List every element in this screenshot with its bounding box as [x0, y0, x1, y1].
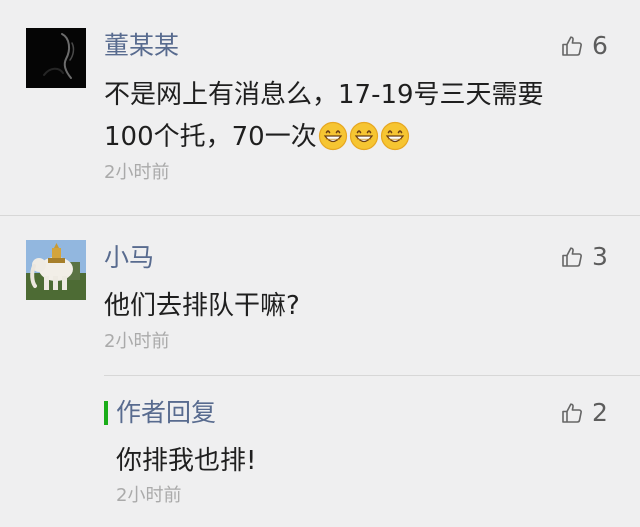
reply-divider	[104, 375, 640, 376]
grinning-emoji-icon	[318, 121, 347, 151]
comment-text-line-1: 不是网上有消息么，17-19号三天需要	[104, 80, 544, 110]
avatar-image	[26, 240, 86, 300]
like-button[interactable]: 6	[560, 30, 620, 62]
reply-time: 2小时前	[116, 485, 182, 506]
comment-text-line-2: 100个托，70一次	[104, 122, 317, 152]
reply-text: 你排我也排!	[116, 446, 257, 476]
thumbs-up-icon	[562, 36, 582, 56]
avatar[interactable]	[26, 28, 86, 88]
like-button[interactable]: 3	[560, 241, 620, 273]
grinning-emoji-icon	[349, 121, 378, 151]
avatar-image	[26, 28, 86, 88]
comment-text: 他们去排队干嘛?	[104, 291, 300, 321]
comment-time: 2小时前	[104, 331, 170, 352]
thumbs-up-icon	[562, 247, 582, 267]
reply-marker	[104, 401, 108, 425]
comment-divider	[0, 215, 640, 216]
comment-text-line-2-wrapper: 100个托，70一次	[104, 116, 410, 158]
reply-label: 作者回复	[116, 398, 217, 427]
comment-author[interactable]: 小马	[104, 243, 154, 273]
thumbs-up-icon	[562, 403, 582, 423]
like-count: 3	[592, 242, 608, 271]
avatar[interactable]	[26, 240, 86, 300]
grinning-emoji-icon	[380, 121, 409, 151]
like-button[interactable]: 2	[560, 397, 620, 429]
like-count: 2	[592, 398, 608, 427]
like-count: 6	[592, 31, 608, 60]
comment-time: 2小时前	[104, 162, 170, 183]
comment-author[interactable]: 董某某	[104, 31, 179, 61]
